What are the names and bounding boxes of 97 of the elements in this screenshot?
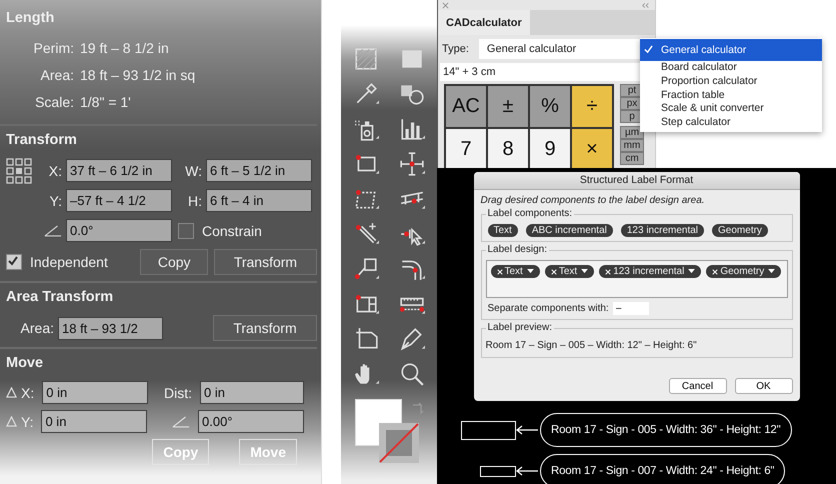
- sign-rectangle: [461, 420, 516, 440]
- leader-arrow: [516, 425, 538, 435]
- transform-button[interactable]: Transform: [214, 249, 317, 275]
- remove-icon[interactable]: [605, 268, 612, 274]
- calculator-key[interactable]: ×: [571, 128, 613, 168]
- design-chip[interactable]: 123 incremental: [599, 265, 702, 278]
- field-label: X:: [21, 384, 36, 400]
- field-label: Y:: [48, 192, 63, 208]
- calculator-key[interactable]: 7: [445, 128, 487, 168]
- dialog-title: Structured Label Format: [474, 172, 800, 190]
- field-label: H:: [187, 192, 203, 208]
- section-heading: Area Transform: [6, 289, 114, 307]
- crosshair-icon[interactable]: [399, 151, 425, 177]
- remove-icon[interactable]: [550, 268, 557, 274]
- menu-item[interactable]: General calculator: [640, 39, 822, 61]
- label-preview: Room 17 – Sign – 005 – Width: 12" – Height: 6": [486, 339, 698, 353]
- field-label: Dist:: [164, 384, 193, 400]
- angle-icon: [44, 224, 62, 237]
- calculator-key[interactable]: %: [529, 85, 571, 128]
- input-field[interactable]: 0 in: [200, 381, 304, 404]
- input-field[interactable]: 0 in: [41, 410, 148, 433]
- search-icon[interactable]: [399, 361, 425, 387]
- field-label: W:: [184, 162, 203, 178]
- calculator-key[interactable]: AC: [445, 85, 487, 128]
- field-label: Area:: [20, 320, 55, 336]
- field-label: Y:: [21, 414, 34, 430]
- unit-button[interactable]: mm: [620, 139, 644, 152]
- delta-icon: [6, 387, 17, 398]
- checkbox-label: Independent: [30, 254, 108, 270]
- design-chip[interactable]: Text: [544, 265, 594, 278]
- callout-icon[interactable]: [353, 256, 379, 282]
- collapse-icon[interactable]: [642, 2, 649, 9]
- section-heading: Move: [6, 355, 44, 373]
- area-field[interactable]: 18 ft – 93 1/2: [58, 316, 163, 340]
- leader-arrow: [516, 466, 538, 476]
- group-label: Label preview:: [486, 322, 554, 333]
- input-field[interactable]: –57 ft – 4 1/2: [66, 189, 172, 212]
- readout-label: Perim:: [32, 40, 74, 56]
- cancel-button[interactable]: Cancel: [668, 378, 726, 394]
- caret-icon[interactable]: [581, 269, 588, 274]
- checkbox[interactable]: [178, 222, 194, 238]
- section-heading: Length: [6, 10, 56, 28]
- field-label: X:: [48, 162, 63, 178]
- checkbox[interactable]: [6, 254, 22, 270]
- checkbox-label: Constrain: [202, 222, 262, 238]
- readout-value: 18 ft – 93 1/2 in sq: [80, 67, 196, 83]
- design-chip[interactable]: Geometry: [706, 265, 782, 278]
- input-field[interactable]: 0.00°: [198, 410, 304, 433]
- angle-icon: [172, 415, 190, 428]
- unit-button[interactable]: cm: [620, 152, 644, 165]
- field-label: Separate components with:: [488, 303, 609, 314]
- calculator-key[interactable]: 9: [529, 128, 571, 168]
- ok-button[interactable]: OK: [734, 378, 792, 394]
- input-field[interactable]: 0 in: [42, 381, 148, 404]
- readout-value: 1/8" = 1': [80, 94, 132, 110]
- component-chip[interactable]: 123 incremental: [620, 224, 704, 237]
- remove-icon[interactable]: [496, 268, 502, 274]
- readout-label: Scale:: [34, 94, 74, 110]
- section-heading: Transform: [6, 132, 78, 150]
- design-chip[interactable]: Text: [490, 265, 540, 278]
- hatch-pattern-icon[interactable]: [353, 46, 379, 72]
- separator-field[interactable]: –: [612, 302, 649, 315]
- readout-label: Area:: [40, 67, 74, 83]
- caret-icon[interactable]: [688, 269, 696, 274]
- component-chip[interactable]: ABC incremental: [526, 224, 613, 237]
- calculator-key[interactable]: ÷: [571, 85, 613, 128]
- line-icon[interactable]: [353, 221, 379, 247]
- delta-icon: [6, 416, 17, 427]
- callout-label: Room 17 - Sign - 007 - Width: 24" - Height: 6": [540, 454, 786, 484]
- calculator-key[interactable]: 8: [487, 128, 529, 168]
- input-field[interactable]: 6 ft – 5 1/2 in: [206, 159, 312, 182]
- design-area[interactable]: Text Text 123 incremental Geometry: [486, 260, 788, 298]
- caret-icon[interactable]: [526, 269, 534, 274]
- copy-button[interactable]: Copy: [140, 249, 208, 275]
- field-label: Type:: [442, 43, 469, 55]
- input-field[interactable]: 6 ft – 4 in: [206, 189, 312, 212]
- calculator-key[interactable]: ±: [487, 85, 529, 128]
- unit-button[interactable]: µm: [620, 126, 644, 139]
- group-label: Label components:: [486, 208, 574, 219]
- readout-value: 19 ft – 8 1/2 in: [80, 40, 170, 56]
- caret-icon[interactable]: [768, 269, 776, 274]
- remove-icon[interactable]: [712, 268, 718, 274]
- close-icon[interactable]: [442, 2, 449, 9]
- sign-rectangle: [480, 466, 516, 476]
- instruction-text: Drag desired components to the label design area.: [480, 195, 706, 206]
- fill-stroke-swatch-drawing[interactable]: [355, 399, 421, 463]
- angle-field[interactable]: 0.0°: [66, 219, 172, 242]
- pen-icon[interactable]: [399, 326, 425, 352]
- transform-button[interactable]: Transform: [213, 315, 317, 341]
- component-chip[interactable]: Geometry: [712, 224, 768, 237]
- reference-point-icon[interactable]: [6, 158, 32, 184]
- component-chip[interactable]: Text: [488, 224, 518, 237]
- group-label: Label design:: [486, 244, 549, 255]
- panel-tab[interactable]: CADcalculator: [438, 10, 530, 35]
- callout-label: Room 17 - Sign - 005 - Width: 36" - Height: 12": [540, 413, 792, 447]
- check-icon: [644, 45, 653, 54]
- input-field[interactable]: 37 ft – 6 1/2 in: [66, 159, 172, 182]
